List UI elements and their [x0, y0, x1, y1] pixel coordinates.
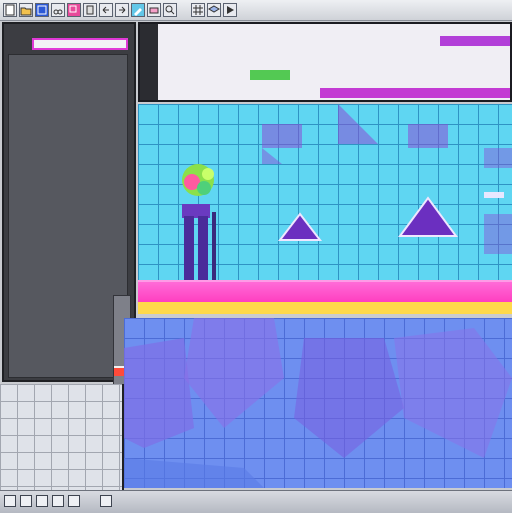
wall-block — [262, 124, 302, 148]
editor-line[interactable] — [162, 26, 502, 40]
wall-block — [484, 148, 512, 168]
editor-line[interactable] — [162, 82, 502, 96]
play-icon[interactable] — [223, 3, 237, 17]
properties-panel — [2, 22, 136, 387]
triangle-shape — [398, 196, 458, 237]
floor-edge — [138, 302, 512, 314]
save-icon[interactable] — [35, 3, 49, 17]
property-row[interactable] — [9, 199, 127, 213]
redo-icon[interactable] — [115, 3, 129, 17]
task-icon-4[interactable] — [68, 495, 80, 507]
property-row[interactable] — [9, 171, 127, 185]
editor-line[interactable] — [162, 54, 502, 68]
property-row[interactable] — [9, 283, 127, 297]
wall-block — [484, 214, 512, 254]
player-character — [180, 164, 216, 290]
cut-icon[interactable] — [51, 3, 65, 17]
property-row[interactable] — [9, 129, 127, 143]
property-row[interactable] — [9, 185, 127, 199]
properties-list — [8, 54, 131, 387]
properties-panel-header — [32, 38, 128, 50]
zoom-icon[interactable] — [163, 3, 177, 17]
task-icon-5[interactable] — [100, 495, 112, 507]
brush-icon[interactable] — [131, 3, 145, 17]
copy-icon[interactable] — [67, 3, 81, 17]
property-row[interactable] — [9, 241, 127, 255]
property-row[interactable] — [9, 59, 127, 73]
property-row[interactable] — [9, 87, 127, 101]
property-row[interactable] — [9, 255, 127, 269]
tile-grid[interactable] — [0, 384, 124, 490]
property-row[interactable] — [9, 101, 127, 115]
editor-gutter — [140, 24, 158, 100]
wall-block — [408, 124, 448, 148]
editor-line[interactable] — [162, 40, 502, 54]
eraser-icon[interactable] — [147, 3, 161, 17]
ledge — [484, 192, 504, 198]
task-icon-1[interactable] — [20, 495, 32, 507]
start-icon[interactable] — [4, 495, 16, 507]
property-row[interactable] — [9, 213, 127, 227]
top-toolbar — [0, 0, 512, 21]
script-editor-panel — [138, 22, 512, 102]
wall-block — [338, 104, 378, 144]
layer-icon[interactable] — [207, 3, 221, 17]
property-row[interactable] — [9, 311, 127, 325]
editor-line[interactable] — [162, 68, 502, 82]
property-row[interactable] — [9, 227, 127, 241]
lower-viewport[interactable] — [124, 318, 512, 488]
task-icon-2[interactable] — [36, 495, 48, 507]
game-viewport[interactable] — [138, 104, 512, 314]
property-row[interactable] — [9, 269, 127, 283]
task-icon-3[interactable] — [52, 495, 64, 507]
property-row[interactable] — [9, 157, 127, 171]
property-row[interactable] — [9, 297, 127, 311]
property-row[interactable] — [9, 143, 127, 157]
grid-icon[interactable] — [191, 3, 205, 17]
new-file-icon[interactable] — [3, 3, 17, 17]
property-row[interactable] — [9, 73, 127, 87]
property-row[interactable] — [9, 325, 127, 339]
property-row[interactable] — [9, 115, 127, 129]
wall-block — [262, 148, 282, 164]
undo-icon[interactable] — [99, 3, 113, 17]
open-folder-icon[interactable] — [19, 3, 33, 17]
paste-icon[interactable] — [83, 3, 97, 17]
triangle-shape — [277, 212, 323, 241]
taskbar — [0, 490, 512, 513]
lower-shapes — [124, 318, 512, 488]
